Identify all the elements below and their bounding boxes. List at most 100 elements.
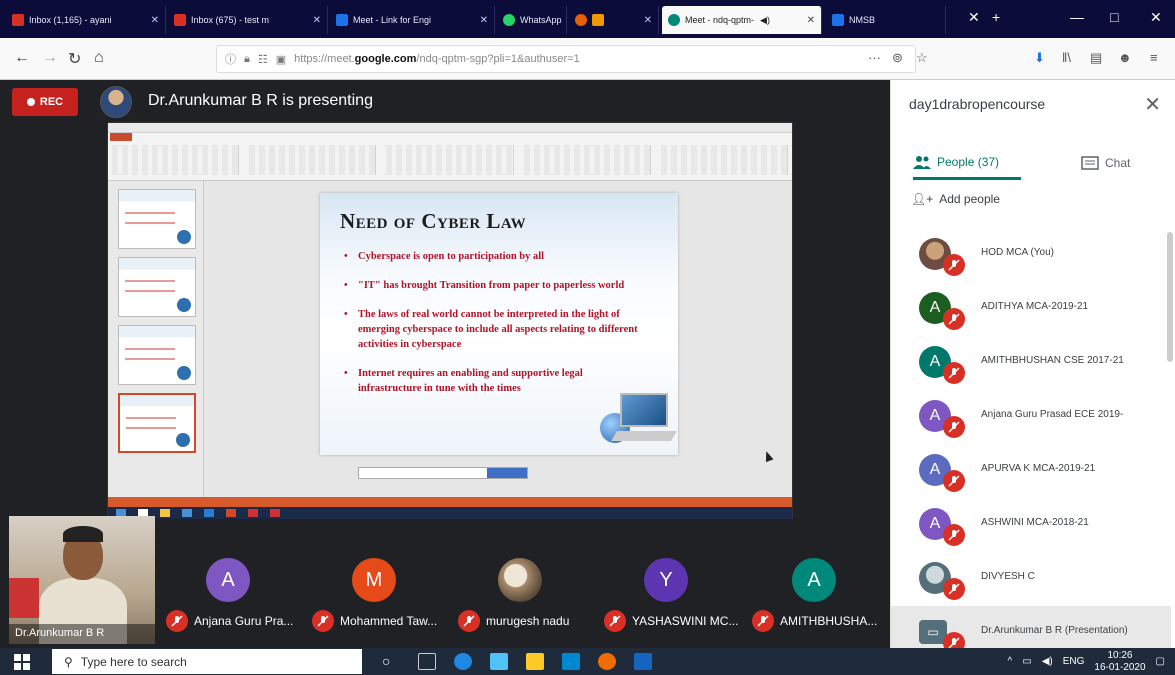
url-suffix: /ndq-qptm-sgp?pli=1&authuser=1 — [416, 53, 580, 65]
add-people-button[interactable]: 👤︎+ Add people — [911, 192, 1000, 206]
permissions-icon[interactable]: ☷ — [258, 53, 268, 66]
avatar-initial: A — [929, 407, 941, 424]
firefox-icon[interactable] — [598, 653, 616, 670]
clock[interactable]: 10:26 16-01-2020 — [1094, 650, 1145, 674]
mic-off-icon — [458, 610, 480, 632]
powerpoint-ribbon — [108, 123, 792, 181]
menu-icon[interactable]: ≡ — [1150, 50, 1158, 65]
participant-row[interactable]: DIVYESH C — [891, 552, 1171, 606]
app-titlebar — [108, 123, 792, 133]
library-icon[interactable]: ‖\ — [1062, 50, 1071, 65]
ribbon-group — [249, 145, 377, 175]
browser-tab-strip: Inbox (1,165) - ayani ✕ Inbox (675) - te… — [0, 0, 1175, 38]
browser-tab[interactable]: Inbox (675) - test m ✕ — [168, 6, 328, 34]
tab-title: Meet - ndq-qptm- — [685, 15, 755, 25]
time: 10:26 — [1107, 649, 1133, 661]
record-dot-icon — [26, 98, 35, 106]
language-label[interactable]: ENG — [1063, 656, 1085, 667]
presenting-banner: Dr.Arunkumar B R is presenting — [148, 92, 373, 109]
participant-tile[interactable]: A AMITHBHUSHA... — [752, 550, 888, 646]
info-icon[interactable]: ⓘ — [225, 51, 236, 67]
file-explorer-icon[interactable] — [526, 653, 544, 670]
self-video-tile[interactable]: Dr.Arunkumar B R — [9, 516, 155, 644]
people-icon — [913, 155, 931, 169]
url-prefix: https://meet. — [294, 53, 355, 65]
participant-list: HOD MCA (You) A ADITHYA MCA-2019-21 A AM… — [891, 228, 1171, 660]
mail-icon[interactable] — [562, 653, 580, 670]
participant-tile[interactable]: A Anjana Guru Pra... — [166, 550, 316, 646]
browser-tab[interactable]: Meet - Link for Engi ✕ — [330, 6, 495, 34]
participant-row[interactable]: A Anjana Guru Prasad ECE 2019- — [891, 390, 1171, 444]
participant-tile[interactable]: murugesh nadu — [458, 550, 608, 646]
slide: Need of Cyber Law Cyberspace is open to … — [320, 193, 678, 455]
browser-tab[interactable]: WhatsApp — [497, 6, 567, 34]
more-actions-icon[interactable]: ··· — [868, 50, 881, 65]
back-icon[interactable]: ← — [14, 49, 30, 67]
participant-tile[interactable]: M Mohammed Taw... — [312, 550, 462, 646]
task-view-icon[interactable] — [418, 653, 436, 670]
new-tab-icon[interactable]: + — [992, 9, 1000, 25]
home-icon[interactable]: ⌂ — [94, 49, 104, 67]
minimize-icon[interactable]: — — [1070, 9, 1084, 25]
participant-row[interactable]: A ADITHYA MCA-2019-21 — [891, 282, 1171, 336]
tracking-icon[interactable]: ▣ — [276, 53, 286, 66]
mic-off-icon — [943, 254, 965, 276]
windows-start-icon[interactable] — [14, 654, 30, 670]
participant-tile[interactable]: Y YASHASWINI MC... — [604, 550, 754, 646]
mic-off-icon — [943, 524, 965, 546]
sidebar-icon[interactable]: ▤ — [1090, 50, 1102, 66]
close-panel-icon[interactable]: ✕ — [1144, 92, 1161, 117]
pocket-icon[interactable]: ⊚ — [892, 50, 903, 66]
url-bar[interactable]: ⓘ 🔒︎ ☷ ▣ https://meet.google.com/ndq-qpt… — [216, 45, 916, 73]
show-hidden-icon[interactable]: ^ — [1008, 656, 1013, 667]
self-name: Dr.Arunkumar B R — [9, 624, 155, 644]
participant-row[interactable]: A ASHWINI MCA-2018-21 — [891, 498, 1171, 552]
close-tab-icon[interactable]: ✕ — [801, 15, 815, 26]
shared-screen: Need of Cyber Law Cyberspace is open to … — [107, 122, 793, 519]
ribbon-group — [660, 145, 789, 175]
tab-people[interactable]: People (37) — [913, 146, 1021, 180]
tab-chat[interactable]: Chat — [1081, 146, 1130, 180]
participant-row[interactable]: A APURVA K MCA-2019-21 — [891, 444, 1171, 498]
participant-name: AMITHBHUSHAN CSE 2017-21 — [981, 355, 1124, 366]
participant-avatar: A — [792, 558, 836, 602]
participant-row[interactable]: A AMITHBHUSHAN CSE 2017-21 — [891, 336, 1171, 390]
speaker-icon[interactable]: ◀) — [760, 15, 770, 26]
close-tab-icon[interactable]: ✕ — [145, 15, 159, 26]
close-tab-icon[interactable]: ✕ — [307, 15, 321, 26]
notifications-icon[interactable]: ▢ — [1156, 656, 1165, 667]
windows-taskbar: ⚲ Type here to search ○ ^ ▭ ◀) ENG 10:26… — [0, 648, 1175, 675]
browser-tab[interactable]: Inbox (1,165) - ayani ✕ — [6, 6, 166, 34]
browser-tab-active[interactable]: Meet - ndq-qptm- ◀) ✕ — [662, 6, 822, 34]
participant-row[interactable]: HOD MCA (You) — [891, 228, 1171, 282]
taskbar-search[interactable]: ⚲ Type here to search — [52, 649, 362, 674]
bookmark-star-icon[interactable]: ☆ — [916, 50, 928, 66]
forward-icon[interactable]: → — [42, 49, 58, 67]
edge-icon[interactable] — [454, 653, 472, 670]
browser-tab[interactable]: NMSB — [826, 6, 946, 34]
chat-icon — [1081, 156, 1099, 170]
maximize-icon[interactable]: □ — [1110, 9, 1118, 25]
battery-icon[interactable]: ▭ — [1022, 656, 1031, 667]
browser-tab[interactable]: ✕ — [569, 6, 659, 34]
reload-icon[interactable]: ↻ — [68, 49, 81, 69]
close-icon[interactable]: ✕ — [968, 9, 980, 26]
close-tab-icon[interactable]: ✕ — [474, 15, 488, 26]
tab-title: WhatsApp — [520, 15, 562, 25]
store-icon[interactable] — [490, 653, 508, 670]
participant-name: Anjana Guru Prasad ECE 2019- — [981, 409, 1124, 420]
mic-off-icon — [943, 578, 965, 600]
download-icon[interactable]: ⬇ — [1034, 50, 1045, 66]
participant-name: ASHWINI MCA-2018-21 — [981, 517, 1089, 528]
browser-navbar: ← → ↻ ⌂ ⓘ 🔒︎ ☷ ▣ https://meet.google.com… — [0, 38, 1175, 80]
volume-icon[interactable]: ◀) — [1042, 656, 1053, 667]
ribbon-group — [386, 145, 514, 175]
participant-name: APURVA K MCA-2019-21 — [981, 463, 1096, 474]
cortana-icon[interactable]: ○ — [382, 653, 400, 670]
account-icon[interactable]: ☻ — [1118, 50, 1132, 65]
participant-name: HOD MCA (You) — [981, 247, 1054, 258]
lock-icon[interactable]: 🔒︎ — [244, 53, 250, 66]
close-tab-icon[interactable]: ✕ — [638, 15, 652, 26]
word-icon[interactable] — [634, 653, 652, 670]
close-window-icon[interactable]: ✕ — [1150, 9, 1162, 26]
